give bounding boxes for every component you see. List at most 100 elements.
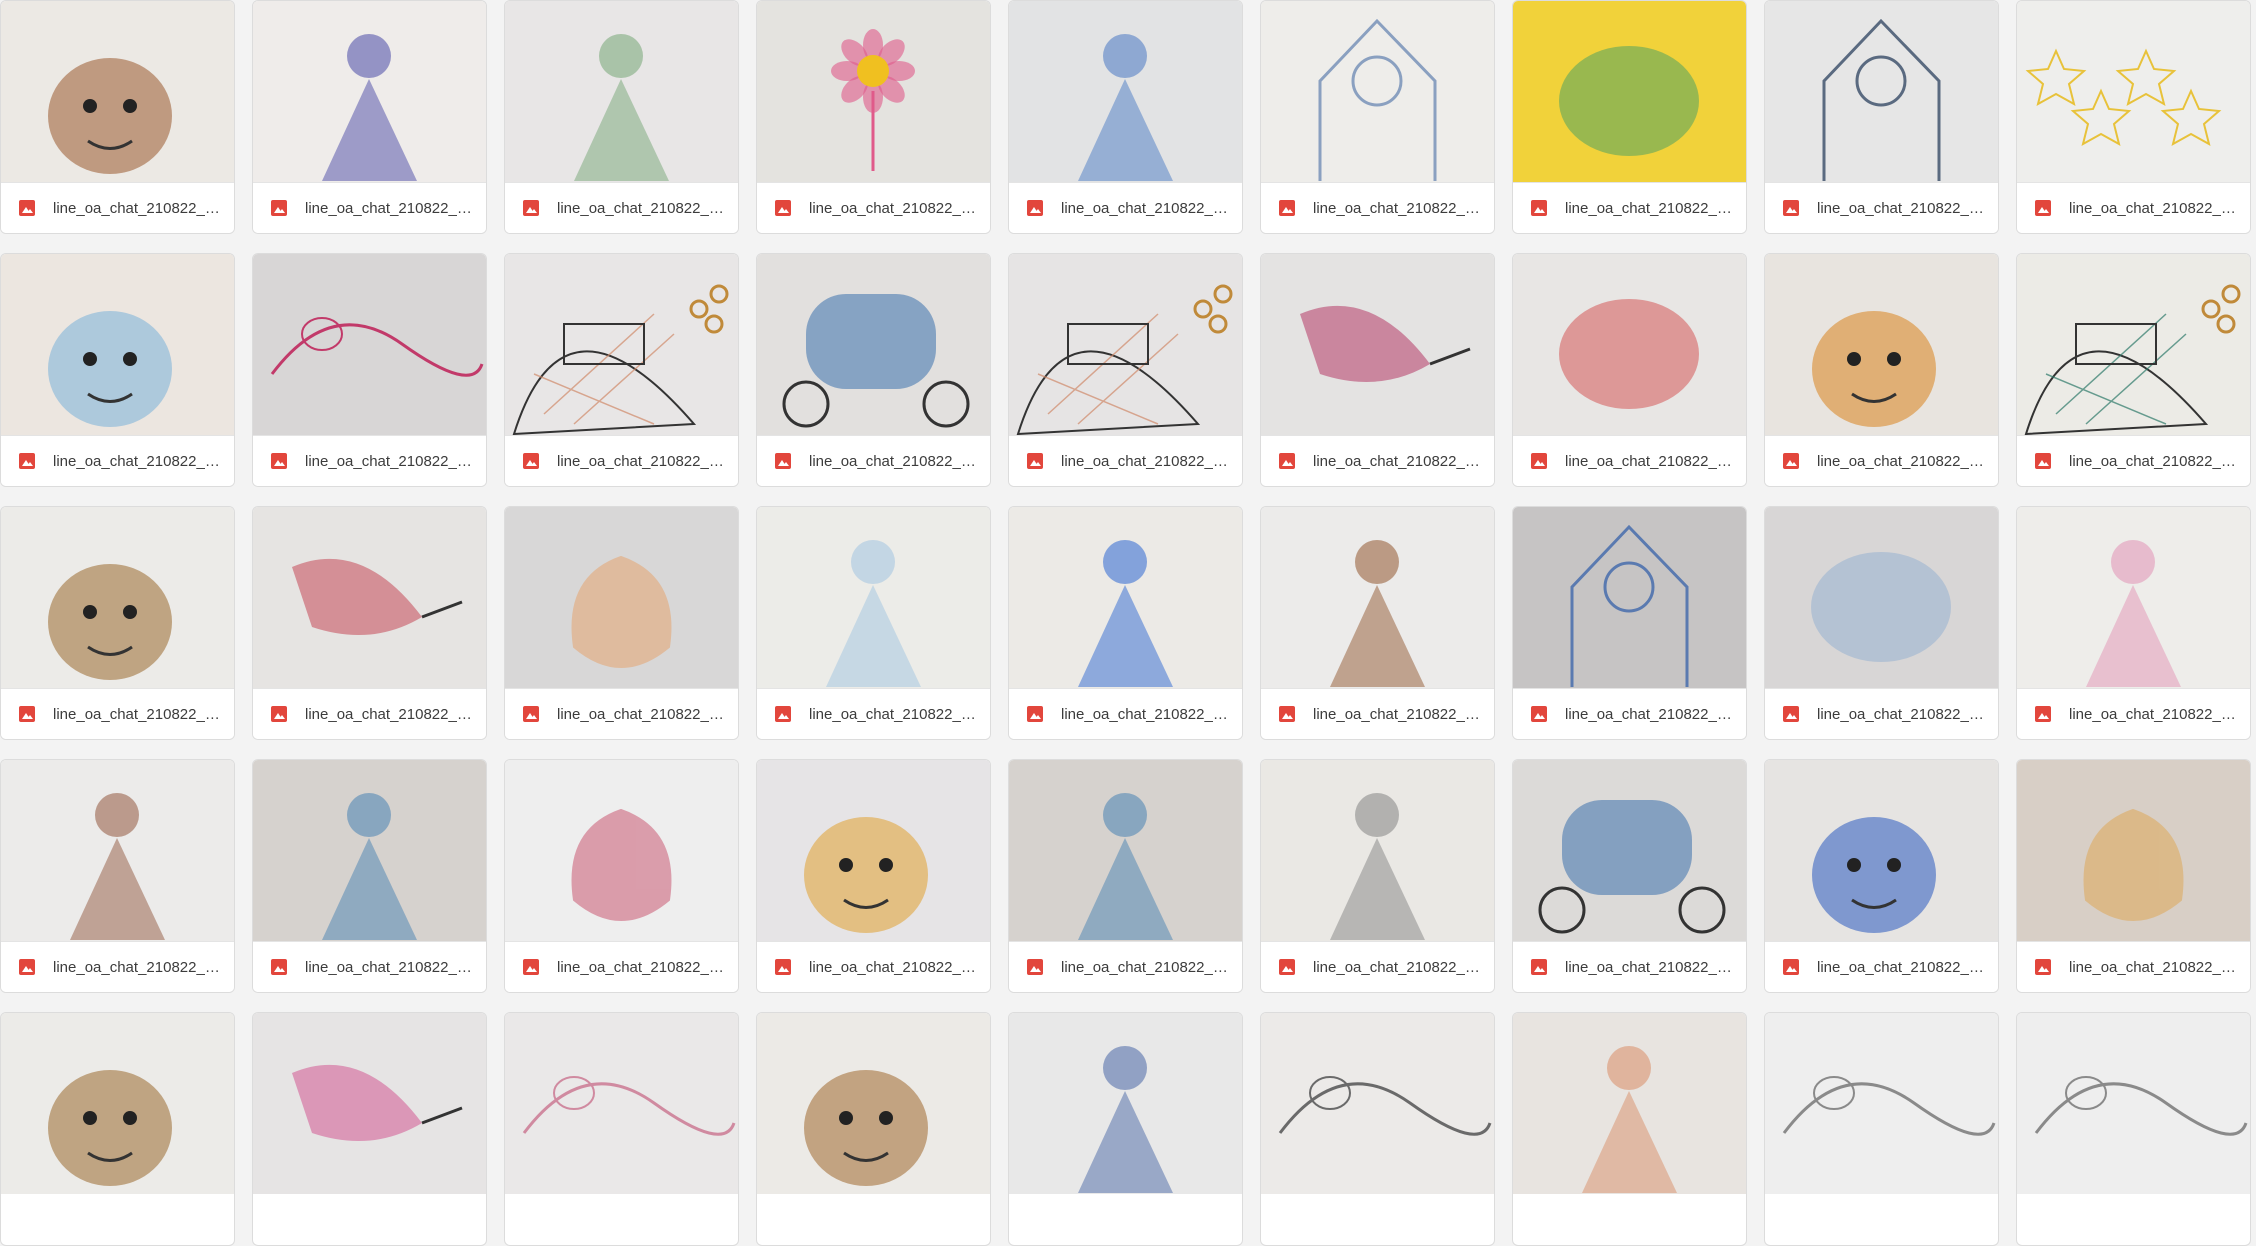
file-caption[interactable]: line_oa_chat_210822_10... [1765,435,1998,486]
image-thumbnail[interactable] [1765,507,1998,688]
file-tile[interactable]: line_oa_chat_210822_10... [756,759,991,993]
file-tile[interactable]: line_oa_chat_210822_10... [1260,759,1495,993]
image-thumbnail[interactable] [1009,760,1242,941]
file-tile[interactable]: line_oa_chat_210822_10... [252,253,487,487]
image-thumbnail[interactable] [757,254,990,435]
file-caption[interactable]: line_oa_chat_210822_10... [1,941,234,992]
file-tile[interactable]: line_oa_chat_210822_10... [1512,506,1747,740]
image-thumbnail[interactable] [1261,254,1494,435]
file-caption[interactable]: line_oa_chat_210822_10... [253,941,486,992]
image-thumbnail[interactable] [1261,760,1494,941]
file-tile[interactable]: line_oa_chat_210822_10... [1764,506,1999,740]
file-caption[interactable]: line_oa_chat_210822_10... [757,182,990,233]
image-thumbnail[interactable] [1,507,234,688]
file-caption[interactable]: line_oa_chat_210822_10... [1261,435,1494,486]
image-thumbnail[interactable] [2017,760,2250,941]
file-caption[interactable]: line_oa_chat_210822_10... [2017,435,2250,486]
image-thumbnail[interactable] [1513,1013,1746,1194]
file-caption[interactable]: line_oa_chat_210822_10... [1513,182,1746,233]
image-thumbnail[interactable] [1765,760,1998,941]
file-tile[interactable]: line_oa_chat_210822_10... [1008,0,1243,234]
image-thumbnail[interactable] [757,1013,990,1194]
image-thumbnail[interactable] [1513,254,1746,435]
image-thumbnail[interactable] [253,254,486,435]
file-tile[interactable]: line_oa_chat_210822_10... [1260,506,1495,740]
image-thumbnail[interactable] [1,760,234,941]
file-tile[interactable]: line_oa_chat_210822_10... [252,506,487,740]
image-thumbnail[interactable] [1,1,234,182]
image-thumbnail[interactable] [2017,1,2250,182]
file-caption[interactable]: line_oa_chat_210822_10... [1513,688,1746,739]
file-tile[interactable] [252,1012,487,1246]
file-tile[interactable]: line_oa_chat_210822_10... [252,0,487,234]
file-tile[interactable]: line_oa_chat_210822_10... [1260,253,1495,487]
image-thumbnail[interactable] [253,760,486,941]
file-tile[interactable]: line_oa_chat_210822_10... [504,0,739,234]
image-thumbnail[interactable] [505,254,738,435]
file-caption[interactable]: line_oa_chat_210822_10... [1009,435,1242,486]
file-tile[interactable] [504,1012,739,1246]
file-tile[interactable]: line_oa_chat_210822_10... [0,506,235,740]
file-caption[interactable]: line_oa_chat_210822_10... [1009,941,1242,992]
image-thumbnail[interactable] [2017,254,2250,435]
file-caption[interactable]: line_oa_chat_210822_10... [1513,435,1746,486]
file-tile[interactable]: line_oa_chat_210822_10... [0,0,235,234]
file-caption[interactable]: line_oa_chat_210822_10... [1009,688,1242,739]
file-caption[interactable]: line_oa_chat_210822_10... [757,688,990,739]
image-thumbnail[interactable] [1009,1,1242,182]
file-caption[interactable]: line_oa_chat_210822_10... [1765,941,1998,992]
file-tile[interactable]: line_oa_chat_210822_10... [1764,759,1999,993]
file-caption[interactable]: line_oa_chat_210822_10... [1261,688,1494,739]
file-tile[interactable]: line_oa_chat_210822_10... [756,253,991,487]
file-caption[interactable]: line_oa_chat_210822_10... [253,688,486,739]
image-thumbnail[interactable] [1009,507,1242,688]
image-thumbnail[interactable] [1513,760,1746,941]
image-thumbnail[interactable] [757,1,990,182]
file-tile[interactable] [756,1012,991,1246]
image-thumbnail[interactable] [1,254,234,435]
file-tile[interactable]: line_oa_chat_210822_10... [2016,0,2251,234]
file-tile[interactable]: line_oa_chat_210822_10... [0,253,235,487]
image-thumbnail[interactable] [1261,1,1494,182]
file-tile[interactable]: line_oa_chat_210822_10... [1008,506,1243,740]
file-tile[interactable]: line_oa_chat_210822_10... [504,253,739,487]
file-tile[interactable]: line_oa_chat_210822_10... [2016,253,2251,487]
image-thumbnail[interactable] [1009,1013,1242,1194]
image-thumbnail[interactable] [757,507,990,688]
file-caption[interactable]: line_oa_chat_210822_10... [2017,688,2250,739]
file-caption[interactable]: line_oa_chat_210822_10... [1009,182,1242,233]
file-caption[interactable]: line_oa_chat_210822_10... [253,182,486,233]
image-thumbnail[interactable] [1513,507,1746,688]
file-tile[interactable]: line_oa_chat_210822_10... [1512,0,1747,234]
image-thumbnail[interactable] [1765,1013,1998,1194]
image-thumbnail[interactable] [757,760,990,941]
file-caption[interactable]: line_oa_chat_210822_10... [1261,182,1494,233]
file-caption[interactable]: line_oa_chat_210822_10... [1513,941,1746,992]
file-tile[interactable]: line_oa_chat_210822_10... [1512,253,1747,487]
file-caption[interactable]: line_oa_chat_210822_10... [1,435,234,486]
file-tile[interactable]: line_oa_chat_210822_10... [756,0,991,234]
file-caption[interactable]: line_oa_chat_210822_10... [1765,182,1998,233]
file-tile[interactable]: line_oa_chat_210822_10... [504,759,739,993]
image-thumbnail[interactable] [1009,254,1242,435]
image-thumbnail[interactable] [505,760,738,941]
image-thumbnail[interactable] [505,1013,738,1194]
file-caption[interactable]: line_oa_chat_210822_10... [757,941,990,992]
image-thumbnail[interactable] [1261,507,1494,688]
file-tile[interactable]: line_oa_chat_210822_10... [1008,759,1243,993]
file-tile[interactable] [1260,1012,1495,1246]
file-tile[interactable] [1512,1012,1747,1246]
file-caption[interactable]: line_oa_chat_210822_10... [1765,688,1998,739]
image-thumbnail[interactable] [505,1,738,182]
file-tile[interactable]: line_oa_chat_210822_10... [1260,0,1495,234]
file-tile[interactable]: line_oa_chat_210822_10... [1764,0,1999,234]
file-tile[interactable] [2016,1012,2251,1246]
file-caption[interactable]: line_oa_chat_210822_10... [1261,941,1494,992]
file-caption[interactable]: line_oa_chat_210822_10... [1,688,234,739]
image-thumbnail[interactable] [2017,507,2250,688]
file-caption[interactable]: line_oa_chat_210822_10... [2017,941,2250,992]
file-tile[interactable]: line_oa_chat_210822_10... [0,759,235,993]
file-tile[interactable]: line_oa_chat_210822_10... [252,759,487,993]
file-caption[interactable]: line_oa_chat_210822_10... [253,435,486,486]
image-thumbnail[interactable] [1765,1,1998,182]
